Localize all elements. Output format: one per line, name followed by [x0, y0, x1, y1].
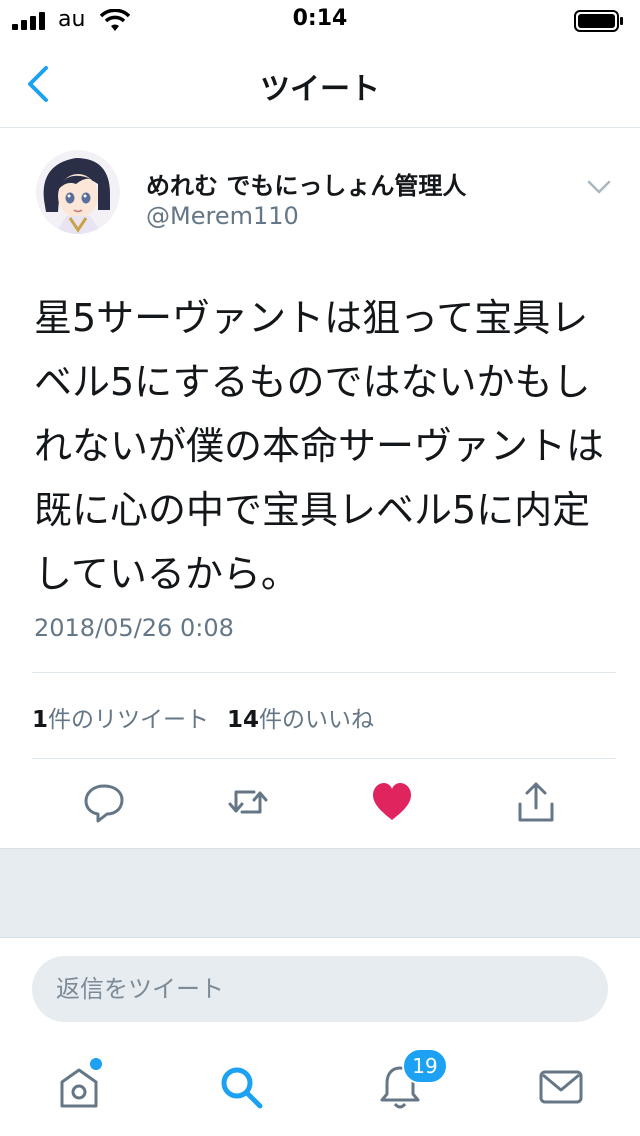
like-count-label: 件のいいね	[259, 707, 375, 733]
tweet-text: 星5サーヴァントは狙って宝具レベル5にするものではないかもしれないが僕の本命サー…	[34, 296, 605, 596]
tweet-timestamp: 2018/05/26 0:08	[34, 614, 234, 642]
user-display-name[interactable]: めれむ でもにっしょん管理人	[146, 166, 466, 201]
tab-messages[interactable]	[536, 1062, 586, 1112]
reply-input[interactable]	[32, 956, 608, 1022]
divider	[32, 758, 616, 759]
tab-bar	[0, 1040, 640, 1136]
navigation-header: ツイート	[0, 40, 640, 128]
conversation-separator	[0, 848, 640, 938]
retweet-count-link[interactable]: 1件のリツイート	[32, 700, 209, 734]
tab-search[interactable]	[216, 1062, 266, 1112]
retweet-count-label: 件のリツイート	[48, 707, 210, 733]
new-content-dot	[90, 1058, 102, 1070]
tweet-stats: 1件のリツイート 14件のいいね	[32, 700, 374, 734]
reply-button[interactable]	[82, 780, 126, 824]
like-count: 14	[227, 707, 260, 733]
share-button[interactable]	[514, 780, 558, 824]
chevron-down-icon	[587, 180, 611, 194]
battery-icon	[574, 10, 623, 32]
retweet-button[interactable]	[226, 780, 270, 824]
status-bar: au 0:14	[0, 0, 640, 40]
status-time: 0:14	[292, 6, 348, 31]
envelope-icon	[539, 1070, 583, 1104]
notifications-badge: 19	[402, 1048, 448, 1084]
like-button[interactable]	[370, 780, 414, 824]
avatar[interactable]	[36, 150, 120, 234]
like-count-link[interactable]: 14件のいいね	[227, 700, 374, 734]
page-title: ツイート	[260, 72, 380, 107]
home-icon	[60, 1068, 98, 1108]
share-icon	[518, 782, 554, 822]
retweet-icon	[228, 790, 268, 814]
heart-icon	[373, 783, 411, 820]
more-options-button[interactable]	[584, 174, 614, 200]
tweet-actions	[0, 770, 640, 840]
retweet-count: 1	[32, 707, 49, 733]
divider	[32, 672, 616, 673]
speech-bubble-icon	[84, 784, 124, 823]
search-icon	[221, 1067, 263, 1109]
user-handle[interactable]: @Merem110	[146, 202, 299, 230]
